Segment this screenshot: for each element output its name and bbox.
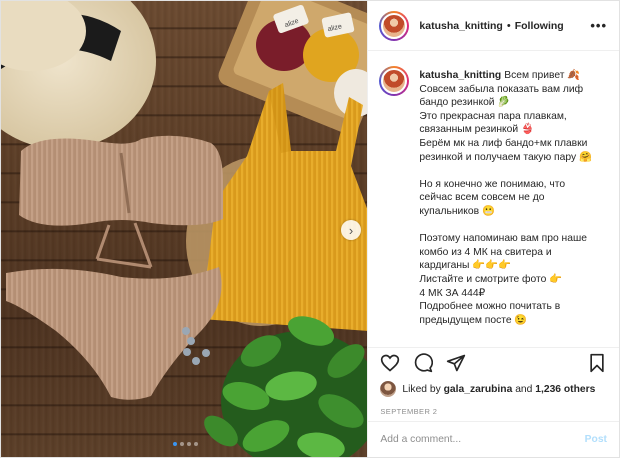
photo-scene: alize alize (1, 1, 368, 457)
likes-others-link[interactable]: 1,236 others (535, 384, 595, 395)
caption-line: купальников 😬 (419, 205, 495, 217)
post-header: katusha_knitting • Following ••• (368, 1, 619, 51)
likes-and: and (515, 383, 533, 395)
post-side-panel: katusha_knitting • Following ••• katusha… (367, 1, 619, 457)
bookmark-icon[interactable] (587, 353, 607, 373)
caption-line: предыдущем посте 😉 (419, 314, 528, 326)
carousel-dot (187, 442, 191, 446)
caption-line: сейчас всем совсем не до (419, 192, 545, 204)
caption-line: комбо из 4 МК на свитера и (419, 246, 552, 258)
caption-line: 4 МК ЗА 444₽ (419, 287, 486, 299)
comment-icon[interactable] (413, 352, 434, 373)
action-bar (368, 347, 619, 377)
caption-line: резинкой и получаем такую пару 🤗 (419, 151, 592, 163)
caption-line: Подробнее можно почитать в (419, 301, 561, 313)
add-comment-bar: Post (368, 421, 619, 457)
caption-line: бандо резинкой 🥬 (419, 97, 511, 109)
straw-hat (1, 1, 156, 149)
caption-line: Листайте и смотрите фото 👉 (419, 273, 563, 285)
caption-line: katusha_knitting Всем привет 🍂 (419, 70, 581, 81)
caption-line: Поэтому напоминаю вам про наше (419, 233, 587, 245)
instagram-post: alize alize › katusha_knitting • Followi… (0, 0, 620, 458)
likes-summary: Liked by gala_zarubina and 1,236 others (368, 377, 619, 401)
carousel-dot (180, 442, 184, 446)
header-username[interactable]: katusha_knitting (419, 20, 502, 32)
comments-area: katusha_knitting Всем привет 🍂 Совсем заб… (368, 51, 619, 347)
next-photo-button[interactable]: › (341, 220, 361, 240)
more-options-icon[interactable]: ••• (590, 18, 607, 33)
heart-icon[interactable] (380, 353, 400, 373)
comment-input[interactable] (380, 434, 585, 445)
likes-prefix: Liked by (402, 383, 441, 395)
post-date[interactable]: SEPTEMBER 2 (368, 401, 619, 421)
carousel-dot (173, 442, 177, 446)
green-plant (204, 316, 368, 457)
caption-username[interactable]: katusha_knitting (419, 70, 501, 81)
post-photo[interactable]: alize alize › (1, 1, 368, 457)
share-icon[interactable] (446, 353, 466, 373)
carousel-indicator (173, 442, 198, 446)
carousel-dot (194, 442, 198, 446)
post-caption: katusha_knitting Всем привет 🍂 Совсем заб… (419, 69, 605, 347)
liker-avatar[interactable] (380, 381, 397, 397)
avatar[interactable] (379, 10, 410, 41)
post-comment-button[interactable]: Post (585, 434, 607, 445)
following-button[interactable]: Following (515, 20, 564, 32)
caption-line: связанным резинкой 👙 (419, 124, 534, 136)
caption-line: Это прекрасная пара плавкам, (419, 110, 567, 122)
caption-line: Берём мк на лиф бандо+мк плавки (419, 137, 588, 149)
caption-avatar[interactable] (379, 66, 410, 96)
header-separator: • (506, 19, 511, 32)
caption-line: Совсем забыла показать вам лиф (419, 83, 584, 95)
caption-line: кардиганы 👉👉👉 (419, 260, 511, 272)
liker-username[interactable]: gala_zarubina (444, 384, 513, 395)
caption-line: Но я конечно же понимаю, что (419, 178, 566, 190)
chevron-right-icon: › (348, 222, 354, 238)
beige-bikini-bottom (6, 267, 222, 400)
